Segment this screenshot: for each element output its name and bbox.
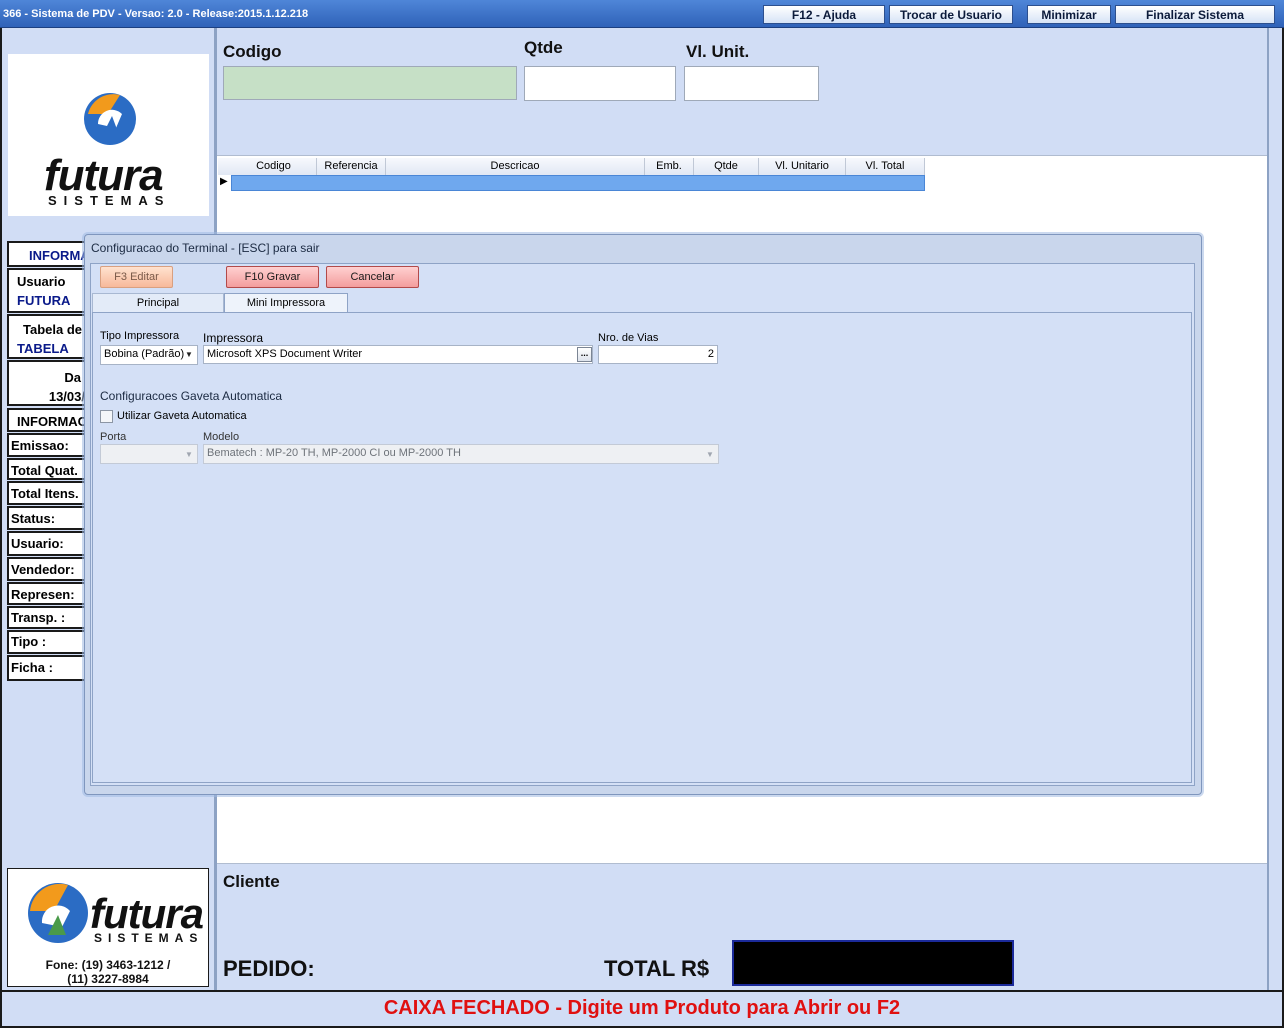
futura-footer-logo-icon <box>28 883 88 943</box>
col-header-pack[interactable]: Emb. <box>645 158 694 175</box>
qty-label: Qtde <box>524 38 563 57</box>
dialog-title: Configuracao do Terminal - [ESC] para sa… <box>91 241 320 255</box>
port-label: Porta <box>100 431 127 443</box>
model-value: Bematech : MP-20 TH, MP-2000 CI ou MP-20… <box>207 447 461 459</box>
model-label: Modelo <box>203 431 240 443</box>
col-header-total[interactable]: Vl. Total <box>846 158 925 175</box>
col-header-description[interactable]: Descricao <box>386 158 645 175</box>
exit-system-button[interactable]: Finalizar Sistema <box>1115 5 1275 24</box>
printer-input[interactable]: Microsoft XPS Document Writer <box>203 345 593 364</box>
col-header-reference[interactable]: Referencia <box>317 158 386 175</box>
seller-field: Vendedor: <box>7 557 87 581</box>
help-button[interactable]: F12 - Ajuda <box>763 5 885 24</box>
table-row[interactable] <box>231 175 925 191</box>
port-chevron-down-icon[interactable]: ▼ <box>182 446 196 463</box>
copies-input[interactable]: 2 <box>598 345 718 364</box>
col-header-code[interactable]: Codigo <box>231 158 317 175</box>
qty-input[interactable] <box>524 66 676 101</box>
title-bar: 366 - Sistema de PDV - Versao: 2.0 - Rel… <box>0 0 1284 28</box>
col-header-qty[interactable]: Qtde <box>694 158 759 175</box>
switch-user-button[interactable]: Trocar de Usuario <box>889 5 1013 24</box>
total-label: TOTAL R$ <box>604 956 710 981</box>
tab-mini-printer[interactable]: Mini Impressora <box>224 293 348 312</box>
cancel-button[interactable]: Cancelar <box>326 266 419 288</box>
tab-page <box>92 312 1192 783</box>
right-divider <box>1267 28 1269 990</box>
footer-logo: futura SISTEMAS Fone: (19) 3463-1212 / (… <box>7 868 209 987</box>
total-qty-field: Total Quat. <box>7 458 87 480</box>
printer-label: Impressora <box>203 331 264 345</box>
tab-principal[interactable]: Principal <box>92 293 224 312</box>
drawer-checkbox[interactable] <box>100 410 113 423</box>
copies-label: Nro. de Vias <box>598 332 659 344</box>
logo-brand: futura <box>44 151 164 200</box>
printer-type-label: Tipo Impressora <box>100 330 180 342</box>
client-label: Cliente <box>223 872 280 891</box>
code-input[interactable] <box>223 66 517 100</box>
emission-field: Emissao: <box>7 433 87 457</box>
info-header-2: INFORMAC <box>7 408 87 432</box>
info-header: INFORMA <box>7 241 87 267</box>
printer-value: Microsoft XPS Document Writer <box>207 348 363 360</box>
model-chevron-down-icon[interactable]: ▼ <box>703 446 717 463</box>
unit-price-label: Vl. Unit. <box>686 42 750 61</box>
browse-printer-button[interactable]: ... <box>577 347 592 362</box>
printer-type-value: Bobina (Padrão) <box>104 348 185 360</box>
footer-logo-tagline: SISTEMAS <box>94 931 204 945</box>
row-indicator-icon: ▶ <box>220 176 228 187</box>
edit-button[interactable]: F3 Editar <box>100 266 173 288</box>
total-items-field: Total Itens. <box>7 481 87 505</box>
company-logo: futura SISTEMAS <box>8 54 209 216</box>
grid-corner <box>218 158 231 175</box>
user-box: Usuario FUTURA <box>7 268 87 313</box>
code-label: Codigo <box>223 42 282 61</box>
chevron-down-icon[interactable]: ▼ <box>182 346 196 363</box>
order-label: PEDIDO: <box>223 956 315 981</box>
unit-price-input[interactable] <box>684 66 819 101</box>
drawer-checkbox-label: Utilizar Gaveta Automatica <box>117 410 247 422</box>
status-field: Status: <box>7 506 87 530</box>
type-field: Tipo : <box>7 630 87 654</box>
carrier-field: Transp. : <box>7 606 87 629</box>
model-select[interactable]: Bematech : MP-20 TH, MP-2000 CI ou MP-20… <box>203 444 719 464</box>
logo-tagline: SISTEMAS <box>48 193 171 208</box>
minimize-button[interactable]: Minimizar <box>1027 5 1111 24</box>
phone-info: Fone: (19) 3463-1212 / (11) 3227-8984 <box>45 958 171 986</box>
representative-field: Represen: <box>7 582 87 605</box>
status-message: CAIXA FECHADO - Digite um Produto para A… <box>2 990 1282 1024</box>
footer-logo-brand: futura <box>90 890 204 937</box>
user-field: Usuario: <box>7 531 87 556</box>
price-table-box: Tabela de TABELA <box>7 314 87 359</box>
total-display <box>732 940 1014 986</box>
record-field: Ficha : <box>7 655 87 681</box>
col-header-unit-price[interactable]: Vl. Unitario <box>759 158 846 175</box>
save-button[interactable]: F10 Gravar <box>226 266 319 288</box>
window-title: 366 - Sistema de PDV - Versao: 2.0 - Rel… <box>3 8 309 20</box>
drawer-section-title: Configuracoes Gaveta Automatica <box>100 389 283 403</box>
date-box: Da 13/03/ <box>7 360 87 406</box>
